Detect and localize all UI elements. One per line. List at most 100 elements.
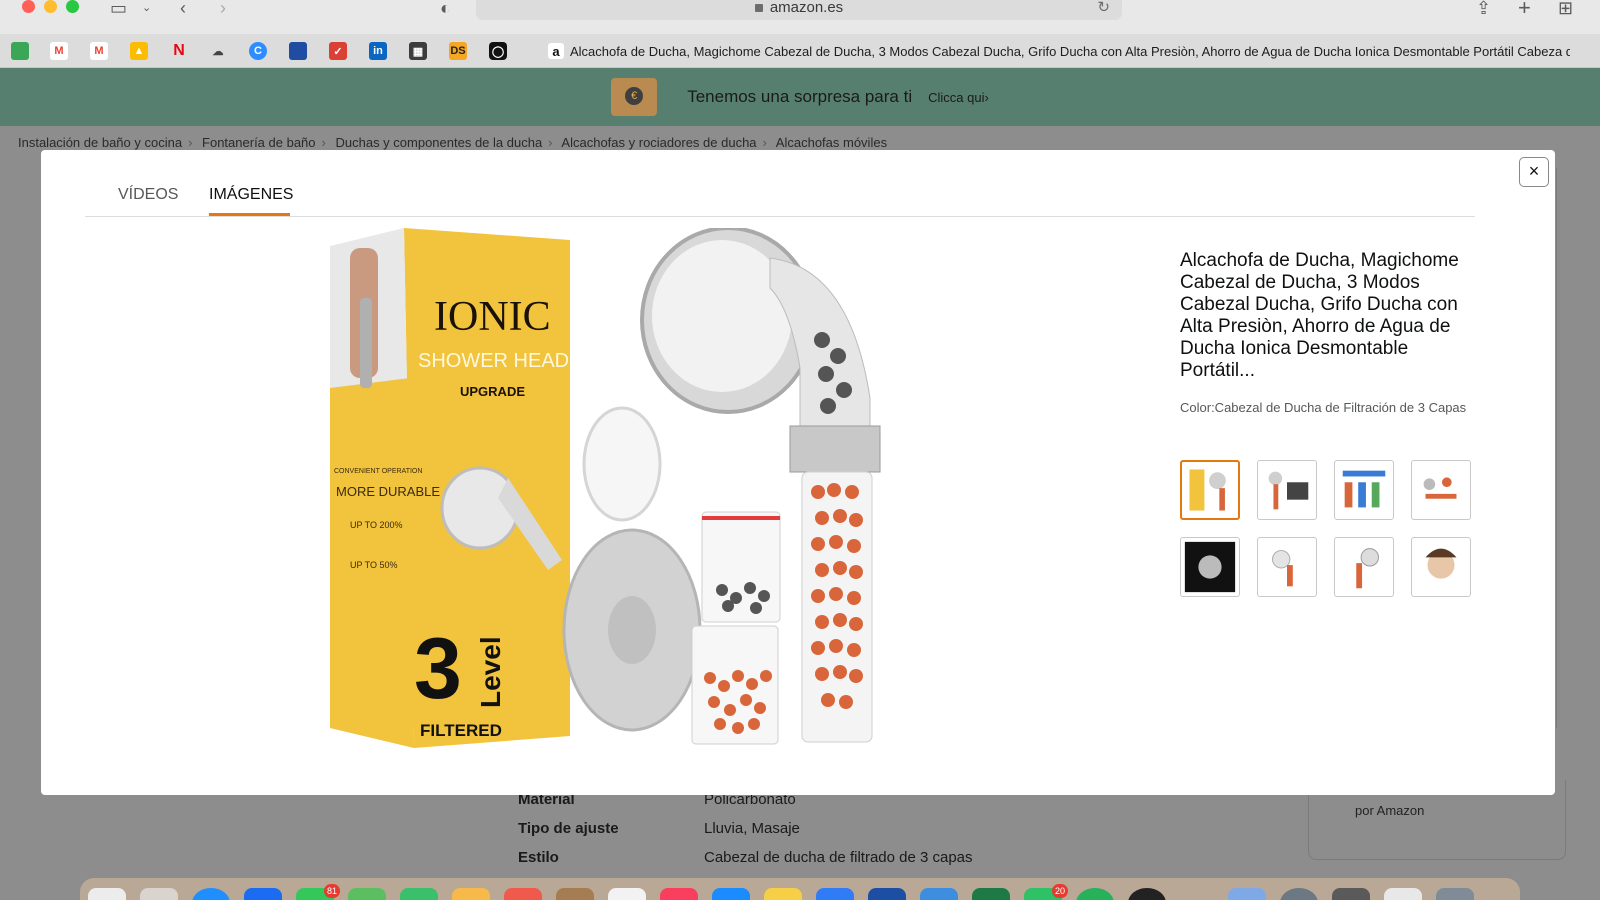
minimize-window-button[interactable]	[44, 0, 57, 13]
breadcrumb-separator-icon: ›	[762, 135, 767, 150]
product-title: Alcachofa de Ducha, Magichome Cabezal de…	[1180, 250, 1459, 381]
thumbnail-5[interactable]	[1180, 537, 1240, 597]
main-product-image[interactable]: CONVENIENT OPERATION MORE DURABLE UP TO …	[330, 226, 904, 768]
app-store-icon[interactable]	[712, 888, 750, 900]
thumbnail-7[interactable]	[1334, 537, 1394, 597]
calendar-app-icon[interactable]	[504, 888, 542, 900]
thumbnail-image-icon	[1189, 469, 1226, 511]
spec-value: Cabezal de ducha de filtrado de 3 capas	[704, 849, 973, 866]
box-subtitle-text: SHOWER HEAD	[418, 350, 569, 372]
breadcrumb-item[interactable]: Duchas y componentes de la ducha	[335, 135, 542, 150]
cloud-icon[interactable]: ☁	[209, 42, 227, 60]
box-durable-text: MORE DURABLE	[336, 484, 440, 499]
address-bar[interactable]: amazon.es ↻	[476, 0, 1122, 20]
shield-icon[interactable]: ◐	[440, 0, 451, 17]
thumbnail-2[interactable]	[1257, 460, 1317, 520]
github-icon[interactable]: ◯	[489, 42, 507, 60]
excel-icon[interactable]	[972, 888, 1010, 900]
notes-icon[interactable]	[764, 888, 802, 900]
reminders-icon[interactable]	[608, 888, 646, 900]
box-convenient-text: CONVENIENT OPERATION	[334, 468, 422, 475]
netflix-icon[interactable]: N	[170, 42, 188, 60]
thumbnail-4[interactable]	[1411, 460, 1471, 520]
calendar-icon[interactable]	[11, 42, 29, 60]
spec-label: Estilo	[518, 849, 559, 866]
drive-icon[interactable]: ▲	[130, 42, 148, 60]
back-arrow-icon[interactable]: ‹	[180, 0, 186, 17]
box-number-text: 3	[414, 621, 462, 717]
whatsapp-badge: 20	[1052, 884, 1069, 898]
canva-icon[interactable]: C	[249, 42, 267, 60]
new-tab-icon[interactable]: +	[1518, 0, 1531, 19]
breadcrumb-item[interactable]: Alcachofas y rociadores de ducha	[561, 135, 756, 150]
zoom-icon[interactable]	[816, 888, 854, 900]
photos-icon[interactable]	[452, 888, 490, 900]
chevron-down-icon[interactable]: ⌄	[142, 0, 151, 16]
box-up200-text: UP TO 200%	[350, 520, 403, 530]
gift-box-icon	[611, 78, 658, 116]
active-tab-title[interactable]: Alcachofa de Ducha, Magichome Cabezal de…	[570, 44, 1570, 59]
thumbnail-image-icon	[1356, 548, 1379, 589]
close-modal-button[interactable]: ×	[1519, 157, 1549, 187]
thumbnail-6[interactable]	[1257, 537, 1317, 597]
tab-images[interactable]: IMÁGENES	[209, 186, 293, 204]
lock-icon	[754, 4, 763, 12]
thumbnail-image-icon	[1184, 541, 1236, 593]
thumbnail-8[interactable]	[1411, 537, 1471, 597]
ds-icon[interactable]: DS	[449, 42, 467, 60]
messages-badge: 81	[324, 884, 341, 898]
maximize-window-button[interactable]	[66, 0, 79, 13]
maps-icon[interactable]	[348, 888, 386, 900]
breadcrumb-separator-icon: ›	[548, 135, 553, 150]
tab-videos[interactable]: VÍDEOS	[118, 186, 178, 204]
box-up50-text: UP TO 50%	[350, 560, 398, 570]
gmail-icon[interactable]: M	[50, 42, 68, 60]
spec-label: Tipo de ajuste	[518, 820, 619, 837]
linkedin-icon[interactable]: in	[369, 42, 387, 60]
thumbnail-image-icon	[1268, 471, 1309, 510]
bookmark-blue-icon[interactable]	[289, 42, 307, 60]
thumbnail-image-icon	[1342, 470, 1386, 508]
sheet-icon[interactable]: ▦	[409, 42, 427, 60]
tabs-divider	[85, 216, 1475, 217]
finder-icon[interactable]	[88, 888, 126, 900]
thumbnail-image-icon	[1425, 548, 1457, 579]
breadcrumb-item[interactable]: Fontanería de baño	[202, 135, 315, 150]
outlook-icon[interactable]	[920, 888, 958, 900]
browser-toolbar: ▭ ⌄ ‹ › ◐ amazon.es ↻ ⇪ + ⊞	[0, 0, 1600, 34]
promo-text: Tenemos una sorpresa para ti	[687, 87, 913, 106]
box-upgrade-text: UPGRADE	[460, 384, 525, 399]
gmail-icon[interactable]: M	[90, 42, 108, 60]
thumbnail-1[interactable]	[1180, 460, 1240, 520]
box-filtered-text: FILTERED	[420, 721, 502, 740]
thumbnail-image-icon	[1423, 477, 1457, 499]
word-icon[interactable]	[868, 888, 906, 900]
breadcrumb-item[interactable]: Alcachofas móviles	[776, 135, 887, 150]
sidebar-icon[interactable]: ▭	[110, 0, 127, 17]
forward-arrow-icon[interactable]: ›	[220, 0, 226, 17]
promo-link[interactable]: Clicca qui›	[928, 90, 989, 105]
contacts-icon[interactable]	[556, 888, 594, 900]
reload-icon[interactable]: ↻	[1097, 0, 1110, 16]
downloads-icon[interactable]	[1384, 888, 1422, 900]
facetime-icon[interactable]	[400, 888, 438, 900]
promo-banner: Tenemos una sorpresa para ti Clicca qui›	[0, 68, 1600, 126]
tab-overview-icon[interactable]: ⊞	[1558, 0, 1573, 17]
box-level-text: Level	[475, 636, 506, 708]
mail-icon[interactable]	[244, 888, 282, 900]
thumbnail-3[interactable]	[1334, 460, 1394, 520]
page-side-panel	[1556, 168, 1600, 728]
trash-icon[interactable]	[1436, 888, 1474, 900]
todoist-icon[interactable]: ✓	[329, 42, 347, 60]
close-window-button[interactable]	[22, 0, 35, 13]
launchpad-icon[interactable]	[140, 888, 178, 900]
folder-icon[interactable]	[1228, 888, 1266, 900]
color-variant-text: Color:Cabezal de Ducha de Filtración de …	[1180, 400, 1467, 415]
fulfilled-by-text: por Amazon	[1355, 803, 1425, 818]
breadcrumb-item[interactable]: Instalación de baño y cocina	[18, 135, 182, 150]
spec-row: Estilo Cabezal de ducha de filtrado de 3 …	[518, 849, 973, 866]
preview-icon[interactable]	[1332, 888, 1370, 900]
share-icon[interactable]: ⇪	[1476, 0, 1491, 17]
spec-value: Lluvia, Masaje	[704, 820, 800, 837]
music-icon[interactable]	[660, 888, 698, 900]
